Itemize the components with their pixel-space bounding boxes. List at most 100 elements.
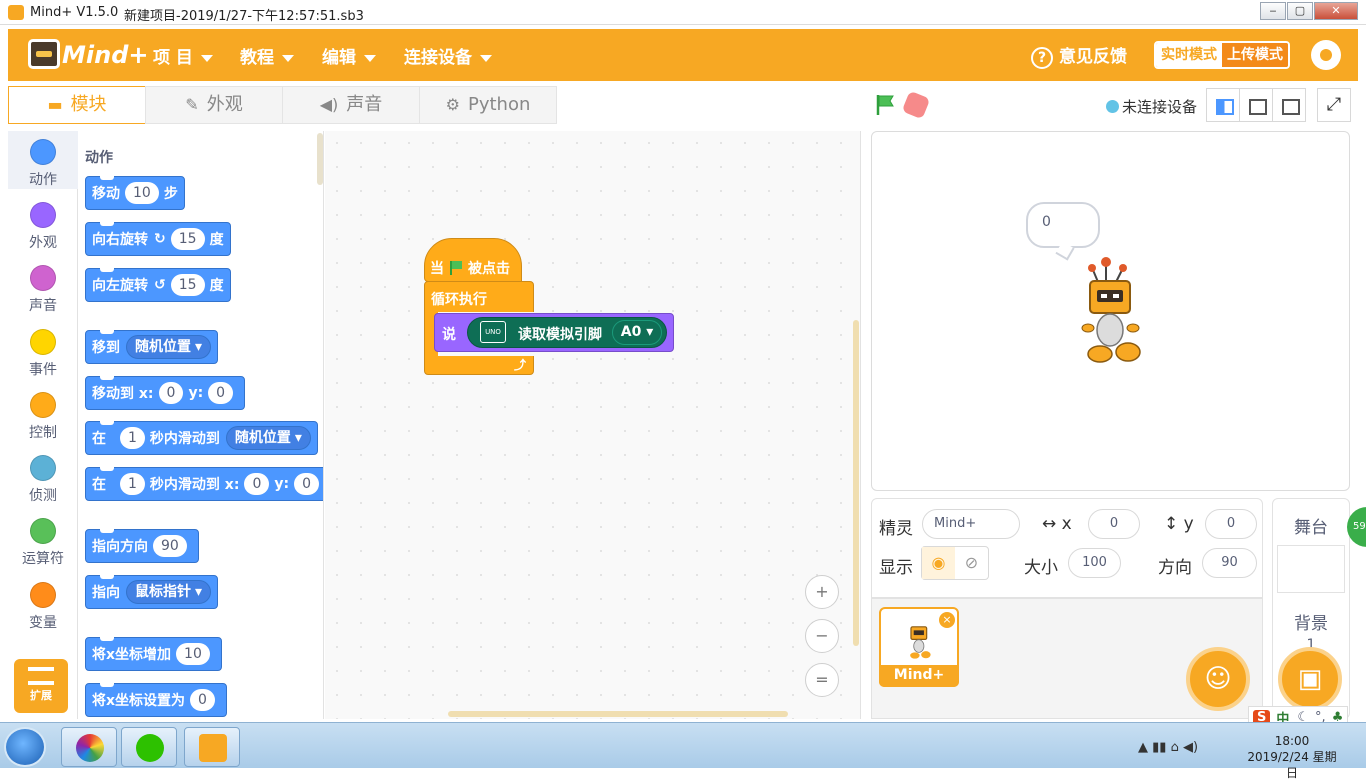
menu-label: 连接设备 [404, 48, 472, 68]
block-input[interactable]: 10 [176, 643, 210, 665]
script-workspace[interactable] [325, 131, 861, 719]
direction-field[interactable]: 90 [1202, 548, 1257, 578]
file-name: 新建项目-2019/1/27-下午12:57:51.sb3 [124, 9, 364, 24]
block-point-towards[interactable]: 指向 鼠标指针 [85, 575, 219, 609]
python-icon: ⚙ [445, 95, 460, 114]
block-turn-left[interactable]: 向左旋转 ↺ 15 度 [85, 268, 231, 302]
taskbar-app-mindplus[interactable] [184, 727, 240, 767]
block-dropdown[interactable]: 鼠标指针 [126, 580, 212, 604]
block-input[interactable]: 1 [120, 427, 145, 449]
start-button[interactable] [4, 727, 46, 767]
menu-tutorial[interactable]: 教程 [240, 43, 294, 68]
block-text: 向左旋转 [92, 278, 148, 294]
vertical-arrows-icon: ↕ [1164, 514, 1179, 534]
palette-category-title: 动作 [85, 150, 113, 166]
normal-stage-button[interactable] [1239, 88, 1273, 122]
eye-off-icon[interactable]: ⊘ [955, 547, 988, 579]
minimize-button[interactable]: ‒ [1260, 2, 1286, 20]
upload-mode-button[interactable]: 上传模式 [1222, 43, 1288, 67]
block-move-steps[interactable]: 移动 10 步 [85, 176, 185, 210]
category-looks[interactable]: 外观 [8, 194, 78, 252]
tab-sounds[interactable]: ◀) 声音 [282, 86, 420, 124]
mindplus-app-icon [199, 734, 227, 762]
category-sensing[interactable]: 侦测 [8, 447, 78, 505]
pin-dropdown[interactable]: A0 ▾ [612, 320, 662, 345]
category-events[interactable]: 事件 [8, 321, 78, 379]
connection-label: 未连接设备 [1122, 98, 1198, 116]
stage-layout-buttons [1206, 88, 1306, 122]
fullscreen-icon[interactable]: ⤢ [1317, 88, 1351, 122]
category-label: 声音 [29, 298, 57, 314]
size-field[interactable]: 100 [1068, 548, 1121, 578]
block-text: 秒内滑动到 x: [149, 477, 240, 493]
small-stage-button[interactable] [1206, 88, 1240, 122]
zoom-reset-icon[interactable]: = [805, 663, 839, 697]
stage-thumbnail[interactable] [1277, 545, 1345, 593]
menu-edit[interactable]: 编辑 [322, 43, 376, 68]
feedback-button[interactable]: ? 意见反馈 [1031, 42, 1127, 69]
block-input[interactable]: 90 [153, 535, 187, 557]
block-change-x[interactable]: 将x坐标增加 10 [85, 637, 222, 671]
y-field[interactable]: 0 [1205, 509, 1257, 539]
eye-icon[interactable]: ◉ [922, 547, 955, 579]
menu-project[interactable]: 项 目 [153, 43, 213, 68]
taskbar-app-wechat[interactable] [121, 727, 177, 767]
block-glide[interactable]: 在 1 秒内滑动到 随机位置 [85, 421, 318, 455]
block-input[interactable]: 15 [170, 228, 205, 250]
block-input[interactable]: 1 [120, 473, 145, 495]
block-glide-xy[interactable]: 在 1 秒内滑动到 x: 0 y: 0 [85, 467, 323, 501]
block-dropdown[interactable]: 随机位置 [225, 426, 311, 450]
block-dropdown[interactable]: 随机位置 [126, 335, 212, 359]
palette-scrollbar[interactable] [317, 133, 323, 185]
category-operators[interactable]: 运算符 [8, 510, 78, 568]
category-dot-icon [30, 392, 56, 418]
category-variables[interactable]: 变量 [8, 574, 78, 632]
extensions-button[interactable]: 扩展 [14, 659, 68, 713]
connection-status[interactable]: 未连接设备 [1106, 96, 1197, 117]
block-goto-xy[interactable]: 移动到 x: 0 y: 0 [85, 376, 246, 410]
live-mode-button[interactable]: 实时模式 [1156, 43, 1222, 67]
block-set-x[interactable]: 将x坐标设置为 0 [85, 683, 227, 717]
clock[interactable]: 18:00 2019/2/24 星期日 [1242, 733, 1342, 781]
add-sprite-button[interactable]: ☺ [1186, 647, 1250, 711]
block-goto[interactable]: 移到 随机位置 [85, 330, 219, 364]
category-label: 控制 [29, 425, 57, 441]
zoom-out-icon[interactable]: − [805, 619, 839, 653]
zoom-in-icon[interactable]: + [805, 575, 839, 609]
menu-connect-device[interactable]: 连接设备 [404, 43, 492, 68]
block-input[interactable]: 0 [244, 473, 270, 495]
system-tray[interactable]: ▲ ▮▮ ⌂ ◀) [1138, 740, 1198, 755]
category-motion[interactable]: 动作 [8, 131, 78, 189]
maximize-button[interactable]: ▢ [1287, 2, 1313, 20]
taskbar-app-colorful[interactable] [61, 727, 117, 767]
delete-sprite-icon[interactable]: × [939, 612, 955, 628]
cat-add-icon: ☺ [1204, 664, 1232, 694]
block-point-direction[interactable]: 指向方向 90 [85, 529, 199, 563]
x-field[interactable]: 0 [1088, 509, 1140, 539]
tab-blocks[interactable]: ▬ 模块 [8, 86, 146, 124]
sprite-name-field[interactable]: Mind+ [922, 509, 1020, 539]
tab-python[interactable]: ⚙ Python [419, 86, 557, 124]
block-input[interactable]: 0 [294, 473, 320, 495]
block-turn-right[interactable]: 向右旋转 ↻ 15 度 [85, 222, 231, 256]
block-input[interactable]: 0 [208, 382, 234, 404]
add-backdrop-button[interactable]: ▣ [1278, 647, 1342, 711]
gear-icon[interactable] [1311, 40, 1341, 70]
tab-costumes[interactable]: ✎ 外观 [145, 86, 283, 124]
workspace-v-scrollbar[interactable] [853, 320, 859, 646]
block-input[interactable]: 15 [170, 274, 205, 296]
block-input[interactable]: 0 [158, 382, 184, 404]
category-sidebar: 动作 外观 声音 事件 控制 侦测 运算符 变量 [8, 131, 78, 719]
x-position-label: ↔ x [1042, 514, 1072, 534]
block-text: 移动到 x: [92, 386, 154, 402]
block-input[interactable]: 10 [125, 182, 159, 204]
close-button[interactable]: ✕ [1314, 2, 1358, 20]
stop-icon[interactable] [901, 90, 931, 120]
block-input[interactable]: 0 [190, 689, 215, 711]
hide-stage-button[interactable] [1272, 88, 1306, 122]
category-sound[interactable]: 声音 [8, 257, 78, 315]
mindplus-robot-sprite[interactable] [1078, 256, 1148, 368]
workspace-h-scrollbar[interactable] [448, 711, 788, 717]
green-flag-icon[interactable] [874, 93, 898, 117]
category-control[interactable]: 控制 [8, 384, 78, 442]
